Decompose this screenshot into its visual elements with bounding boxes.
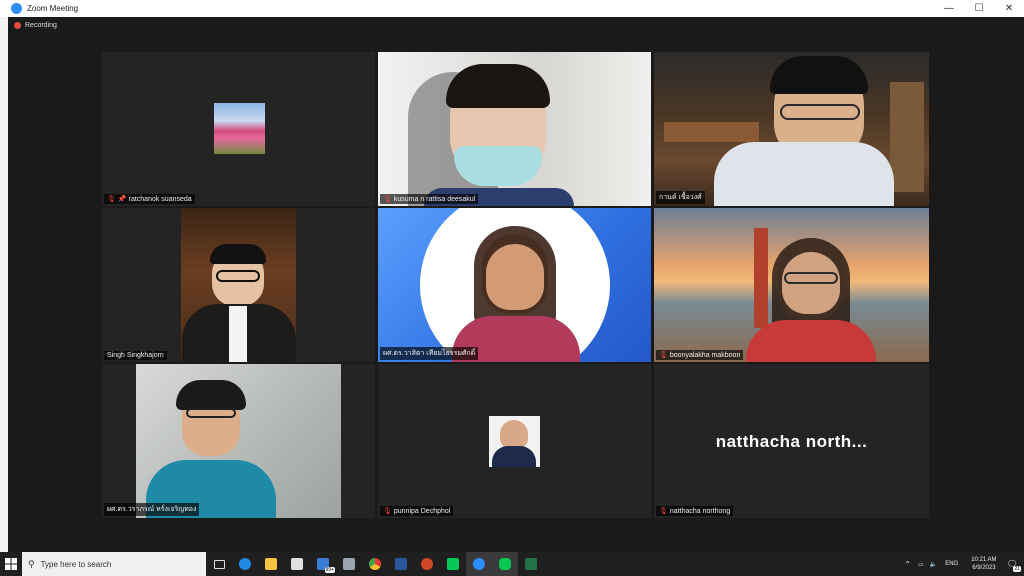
word-icon[interactable]	[388, 552, 414, 576]
participant-tile-3-active-speaker[interactable]: กานต์ เชื้อวงศ์	[654, 52, 929, 206]
participant-display-name: natthacha north...	[715, 432, 868, 451]
participant-name: ratchanok suanseda	[128, 195, 192, 203]
windows-taskbar: ⚲ Type here to search 99+ ⌃ ▭ 🔈 ENG 10:2…	[0, 552, 1024, 576]
glasses-shape	[780, 104, 860, 120]
name-tag: 🎙 natthacha northong	[656, 506, 734, 516]
name-tag: Singh Singkhajorn	[104, 351, 167, 360]
participant-tile-4[interactable]: Singh Singkhajorn	[102, 208, 375, 362]
window-controls: — ☐ ✕	[934, 0, 1024, 17]
shirt-shape	[714, 142, 894, 206]
participant-tile-1[interactable]: 🎙 📌 ratchanok suanseda	[102, 52, 375, 206]
name-tag: ผศ.ดร.วาสิตา เทียมไธรรมศักดิ์	[380, 347, 479, 360]
task-view-icon[interactable]	[206, 552, 232, 576]
notification-count: 21	[1013, 565, 1021, 572]
mic-muted-icon: 🎙	[659, 352, 668, 359]
notification-center-icon[interactable]: 🗨 21	[1007, 559, 1021, 572]
participant-name: ผศ.ดร.วาสิตา เทียมไธรรมศักดิ์	[383, 350, 476, 357]
recording-label: Recording	[25, 22, 57, 29]
participant-tile-7[interactable]: ผศ.ดร.วราภรณ์ หรั่งเจริญทอง	[102, 364, 375, 518]
clock-date: 6/9/2023	[972, 565, 996, 571]
hair-shape	[770, 56, 868, 94]
participant-name: กานต์ เชื้อวงศ์	[659, 194, 702, 201]
name-tag: 🎙 📌 ratchanok suanseda	[104, 194, 195, 204]
participant-name: kusuma n rattisa deesakul	[393, 195, 476, 203]
windows-logo-icon	[5, 558, 17, 570]
notification-badge: 99+	[324, 567, 335, 573]
profile-picture	[214, 103, 265, 154]
participant-name: ผศ.ดร.วราภรณ์ หรั่งเจริญทอง	[107, 506, 197, 513]
network-icon[interactable]: ▭	[918, 561, 924, 568]
clock[interactable]: 10:21 AM 6/9/2023	[971, 556, 996, 572]
title-bar: Zoom Meeting — ☐ ✕	[0, 0, 1024, 17]
name-tag: 🎙 boonyalakha makboon	[656, 350, 744, 360]
app-icon[interactable]	[336, 552, 362, 576]
bridge-tower-shape	[754, 228, 768, 328]
pin-icon: 📌	[117, 196, 127, 203]
close-button[interactable]: ✕	[994, 0, 1024, 17]
start-button[interactable]	[0, 552, 22, 576]
participant-name: natthacha northong	[669, 507, 731, 515]
clock-time: 10:21 AM	[971, 557, 997, 563]
participant-tile-2[interactable]: 🎙 kusuma n rattisa deesakul	[378, 52, 651, 206]
chevron-up-icon[interactable]: ⌃	[904, 560, 911, 569]
face-front-shape	[486, 244, 544, 310]
name-tag: กานต์ เชื้อวงศ์	[656, 191, 705, 204]
glasses-shape	[784, 272, 838, 284]
minimize-button[interactable]: —	[934, 0, 964, 17]
participant-name: punnipa Dechphol	[393, 507, 451, 515]
mic-muted-icon: 🎙	[383, 508, 392, 515]
shirt-shape	[746, 320, 876, 362]
glasses-shape	[186, 408, 236, 418]
line-app-icon[interactable]	[492, 552, 518, 576]
zoom-app-icon	[11, 3, 22, 14]
participant-tile-6[interactable]: 🎙 boonyalakha makboon	[654, 208, 929, 362]
mic-muted-icon: 🎙	[383, 196, 392, 203]
mic-muted-icon: 🎙	[107, 196, 116, 203]
zoom-icon[interactable]	[466, 552, 492, 576]
participant-tile-8[interactable]: 🎙 punnipa Dechphol	[378, 364, 651, 518]
recording-indicator[interactable]: Recording	[14, 22, 57, 29]
volume-icon[interactable]: 🔈	[930, 561, 937, 568]
name-tag: 🎙 punnipa Dechphol	[380, 506, 454, 516]
shirt-shape	[229, 306, 247, 362]
powerpoint-icon[interactable]	[414, 552, 440, 576]
shelf-shape	[890, 82, 924, 192]
name-tag: ผศ.ดร.วราภรณ์ หรั่งเจริญทอง	[104, 503, 200, 516]
store-icon[interactable]	[284, 552, 310, 576]
counter-shape	[664, 122, 759, 142]
chrome-icon[interactable]	[362, 552, 388, 576]
hair-shape	[210, 244, 266, 264]
system-tray: ⌃ ▭ 🔈 ENG 10:21 AM 6/9/2023 🗨 21	[900, 552, 1024, 576]
file-explorer-icon[interactable]	[258, 552, 284, 576]
mail-icon[interactable]: 99+	[310, 552, 336, 576]
edge-icon[interactable]	[232, 552, 258, 576]
maximize-button[interactable]: ☐	[964, 0, 994, 17]
participant-name: Singh Singkhajorn	[107, 352, 164, 359]
background-window-strip	[0, 17, 8, 552]
hair-shape	[176, 380, 246, 410]
participant-name: boonyalakha makboon	[669, 351, 741, 359]
window-title: Zoom Meeting	[27, 4, 79, 13]
language-indicator[interactable]: ENG	[945, 561, 958, 567]
excel-icon[interactable]	[518, 552, 544, 576]
line-icon[interactable]	[440, 552, 466, 576]
face-mask-shape	[454, 146, 542, 186]
hair-shape	[446, 64, 550, 108]
profile-suit-shape	[492, 446, 536, 467]
mic-muted-icon: 🎙	[659, 508, 668, 515]
glasses-shape	[216, 270, 260, 282]
taskbar-search[interactable]: ⚲ Type here to search	[22, 552, 206, 576]
search-placeholder: Type here to search	[40, 559, 112, 569]
participant-tile-9[interactable]: natthacha north... 🎙 natthacha northong	[654, 364, 929, 518]
participant-tile-5[interactable]: ผศ.ดร.วาสิตา เทียมไธรรมศักดิ์	[378, 208, 651, 362]
record-icon	[14, 22, 21, 29]
search-icon: ⚲	[28, 558, 35, 569]
name-tag: 🎙 kusuma n rattisa deesakul	[380, 194, 479, 204]
